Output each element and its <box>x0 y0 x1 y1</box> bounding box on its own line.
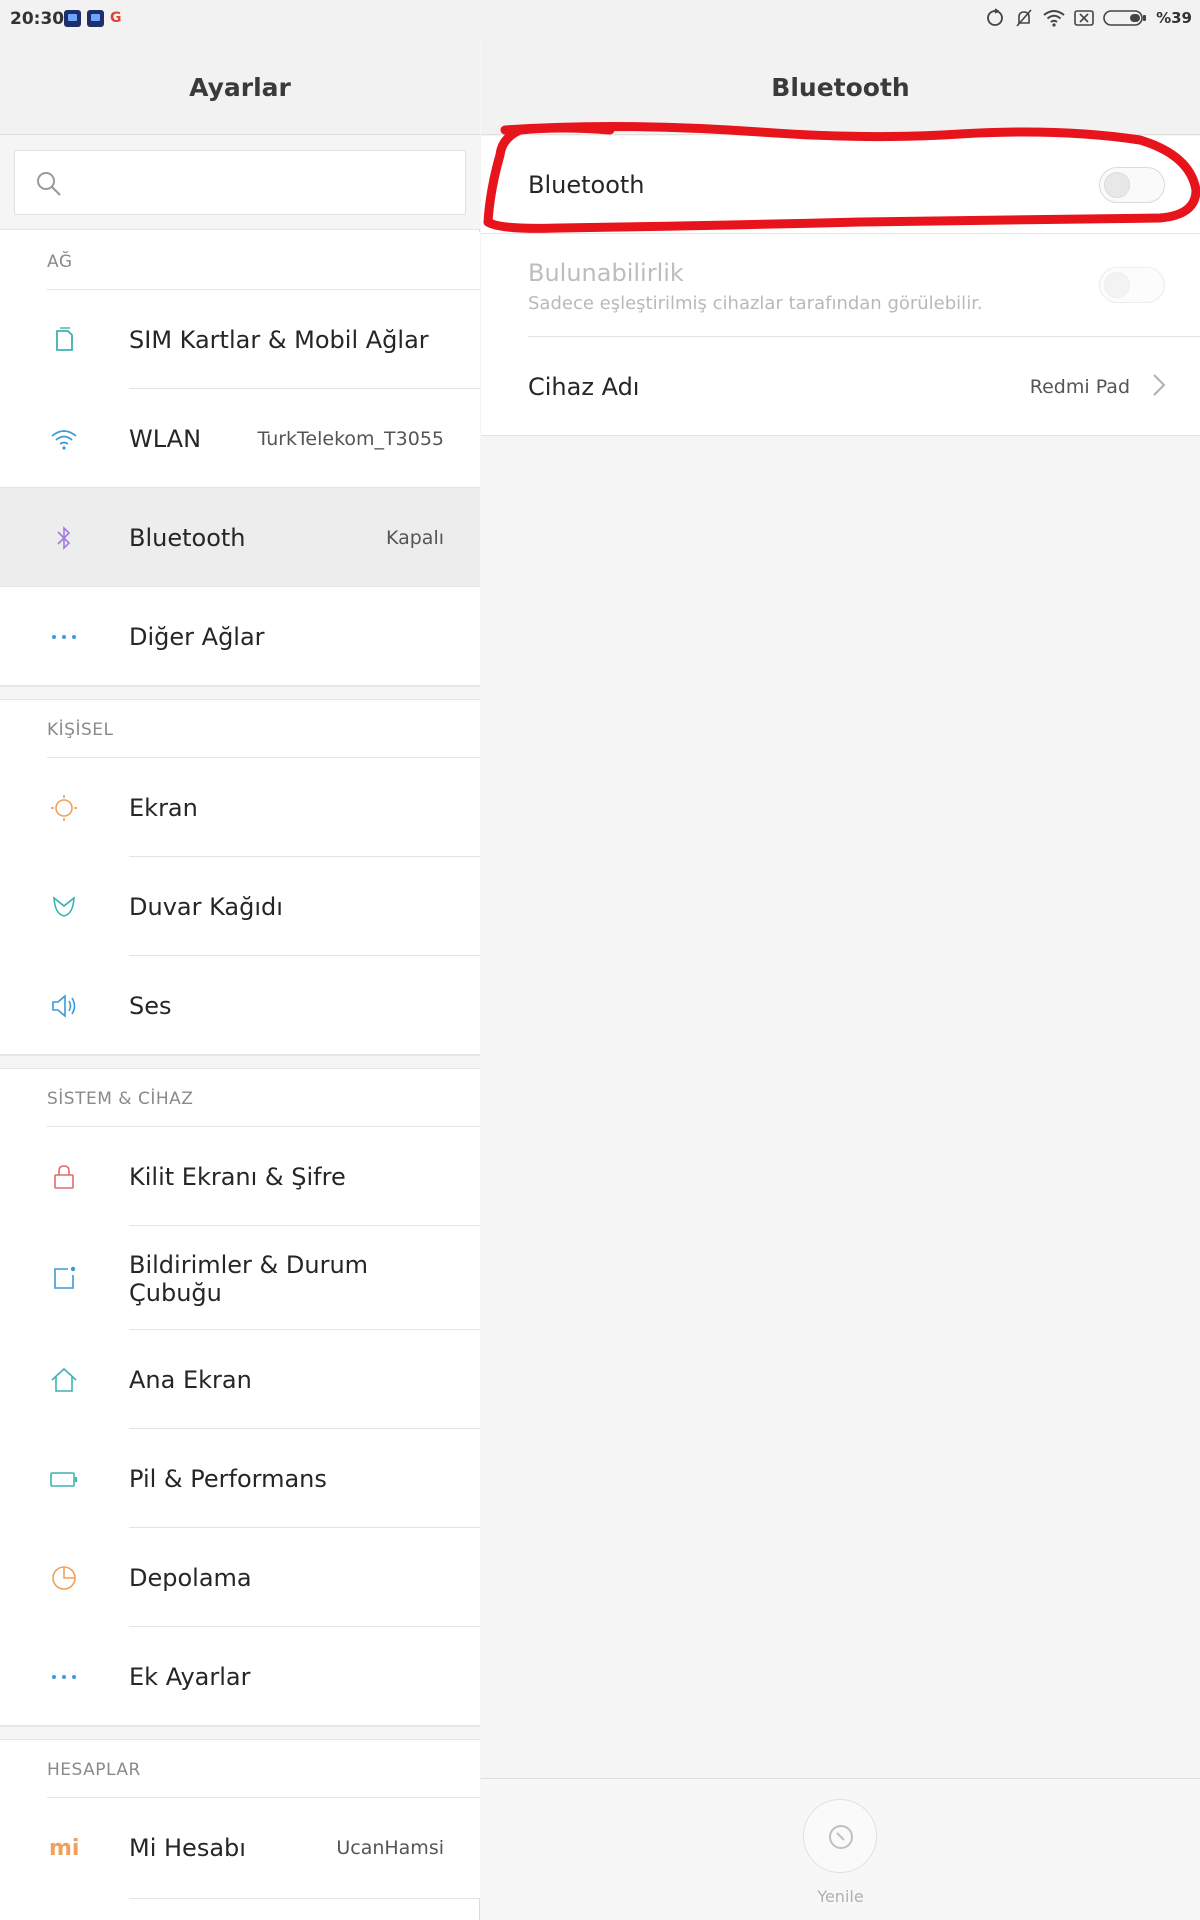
mi-account-name: UcanHamsi <box>336 1837 444 1859</box>
refresh-label: Yenile <box>817 1887 864 1906</box>
sidebar-item-label: Çubuğu <box>129 1279 222 1307</box>
section-header-personal: KİŞİSEL <box>0 700 480 758</box>
sidebar-item-label: Diğer Ağlar <box>129 623 265 651</box>
storage-icon <box>52 1566 76 1590</box>
visibility-label: Bulunabilirlik <box>528 259 684 287</box>
search-icon <box>37 172 61 196</box>
section-header-system: SİSTEM & CİHAZ <box>0 1069 480 1127</box>
sidebar-item-label: Duvar Kağıdı <box>129 893 283 921</box>
refresh-button[interactable] <box>803 1799 877 1873</box>
sidebar-item-bluetooth[interactable]: Bluetooth Kapalı <box>0 488 480 587</box>
sim-card-icon <box>56 327 73 351</box>
section-label: HESAPLAR <box>47 1760 141 1780</box>
sidebar-item-label: Ses <box>129 992 172 1020</box>
sidebar-item-mi-account[interactable]: mi Mi Hesabı UcanHamsi <box>0 1798 480 1899</box>
status-bar: 20:30 G %39 <box>0 0 1200 40</box>
sidebar-item-label: Depolama <box>129 1564 252 1592</box>
sidebar-item-label: Ekran <box>129 794 198 822</box>
bluetooth-detail-panel: Bluetooth Bluetooth Bulunabilirlik Sadec… <box>481 0 1200 1920</box>
visibility-row: Bulunabilirlik Sadece eşleştirilmiş ciha… <box>481 234 1200 337</box>
section-label: SİSTEM & CİHAZ <box>47 1089 194 1109</box>
sidebar-item-label: Ana Ekran <box>129 1366 252 1394</box>
app-notification-icon <box>64 10 81 27</box>
bluetooth-toggle-label: Bluetooth <box>528 171 645 199</box>
bottom-action-bar: Yenile <box>481 1778 1200 1920</box>
sidebar-item-display[interactable]: Ekran <box>0 758 480 857</box>
sidebar-item-label: SIM Kartlar & Mobil Ağlar <box>129 326 429 354</box>
sidebar-item-label: WLAN <box>129 425 202 453</box>
speaker-icon <box>52 994 76 1018</box>
sidebar-item-storage[interactable]: Depolama <box>0 1528 480 1627</box>
section-gap <box>0 1055 480 1069</box>
wifi-status-icon <box>1043 10 1065 27</box>
battery-percent: %39 <box>1156 9 1192 27</box>
bluetooth-icon <box>57 526 71 550</box>
battery-status-icon <box>1103 10 1147 26</box>
search-box[interactable] <box>14 150 466 215</box>
sidebar-item-sound[interactable]: Ses <box>0 956 480 1055</box>
device-name-row[interactable]: Cihaz Adı Redmi Pad <box>481 337 1200 436</box>
sidebar-item-battery[interactable]: Pil & Performans <box>0 1429 480 1528</box>
device-name-value: Redmi Pad <box>1029 376 1130 398</box>
page-title: Bluetooth <box>481 40 1200 135</box>
sidebar-item-home-screen[interactable]: Ana Ekran <box>0 1330 480 1429</box>
battery-icon <box>50 1472 77 1487</box>
status-right-icons: %39 <box>985 8 1192 28</box>
notification-icon <box>54 1266 76 1289</box>
sidebar-item-label: Ek Ayarlar <box>129 1663 251 1691</box>
lock-icon <box>54 1165 74 1189</box>
section-header-accounts: HESAPLAR <box>0 1740 480 1798</box>
bluetooth-status: Kapalı <box>385 527 444 549</box>
wlan-network-name: TurkTelekom_T3055 <box>257 428 444 450</box>
sidebar-item-sim[interactable]: SIM Kartlar & Mobil Ağlar <box>0 290 480 389</box>
sidebar-item-wallpaper[interactable]: Duvar Kağıdı <box>0 857 480 956</box>
sidebar-item-lock-screen[interactable]: Kilit Ekranı & Şifre <box>0 1127 480 1226</box>
refresh-icon <box>829 1825 853 1849</box>
sidebar-item-additional-settings[interactable]: Ek Ayarlar <box>0 1627 480 1726</box>
section-label: AĞ <box>47 252 73 272</box>
sidebar-item-wlan[interactable]: WLAN TurkTelekom_T3055 <box>0 389 480 488</box>
mi-logo-icon: mi <box>49 1836 80 1861</box>
sidebar-item-label: Bildirimler & Durum <box>129 1251 369 1279</box>
device-name-label: Cihaz Adı <box>528 373 640 401</box>
section-label: KİŞİSEL <box>47 720 114 740</box>
more-dots-icon <box>52 635 76 639</box>
home-icon <box>51 1367 77 1392</box>
settings-list-panel: Ayarlar AĞ SIM Kartlar & Mobil Ağlar WLA… <box>0 0 480 1920</box>
brightness-icon <box>51 795 77 821</box>
search-area <box>0 135 480 230</box>
sidebar-item-label: Bluetooth <box>129 524 246 552</box>
sidebar-item-label: Pil & Performans <box>129 1465 327 1493</box>
sidebar-item-other-networks[interactable]: Diğer Ağlar <box>0 587 480 686</box>
notification-icons: G <box>64 10 122 27</box>
sidebar-item-label: Mi Hesabı <box>129 1834 246 1862</box>
section-gap <box>0 1726 480 1740</box>
settings-title: Ayarlar <box>0 40 480 135</box>
no-sim-icon <box>1074 10 1094 26</box>
wallpaper-icon <box>53 896 75 917</box>
visibility-toggle <box>1099 267 1165 303</box>
sidebar-item-label: Kilit Ekranı & Şifre <box>129 1163 346 1191</box>
sync-icon <box>987 8 1003 26</box>
search-input[interactable] <box>77 163 447 203</box>
wifi-icon <box>51 430 77 450</box>
sidebar-item-notifications[interactable]: Bildirimler & Durum Çubuğu <box>0 1226 480 1330</box>
status-time: 20:30 <box>10 9 65 29</box>
more-dots-icon <box>52 1675 76 1679</box>
bluetooth-toggle-row[interactable]: Bluetooth <box>481 136 1200 234</box>
app-notification-icon <box>87 10 104 27</box>
chevron-right-icon <box>1153 374 1166 396</box>
visibility-subtitle: Sadece eşleştirilmiş cihazlar tarafından… <box>528 293 983 314</box>
mute-bell-icon <box>1016 9 1032 27</box>
section-header-network: AĞ <box>0 232 480 290</box>
google-icon: G <box>110 10 122 26</box>
section-gap <box>0 686 480 700</box>
bluetooth-toggle[interactable] <box>1099 167 1165 203</box>
